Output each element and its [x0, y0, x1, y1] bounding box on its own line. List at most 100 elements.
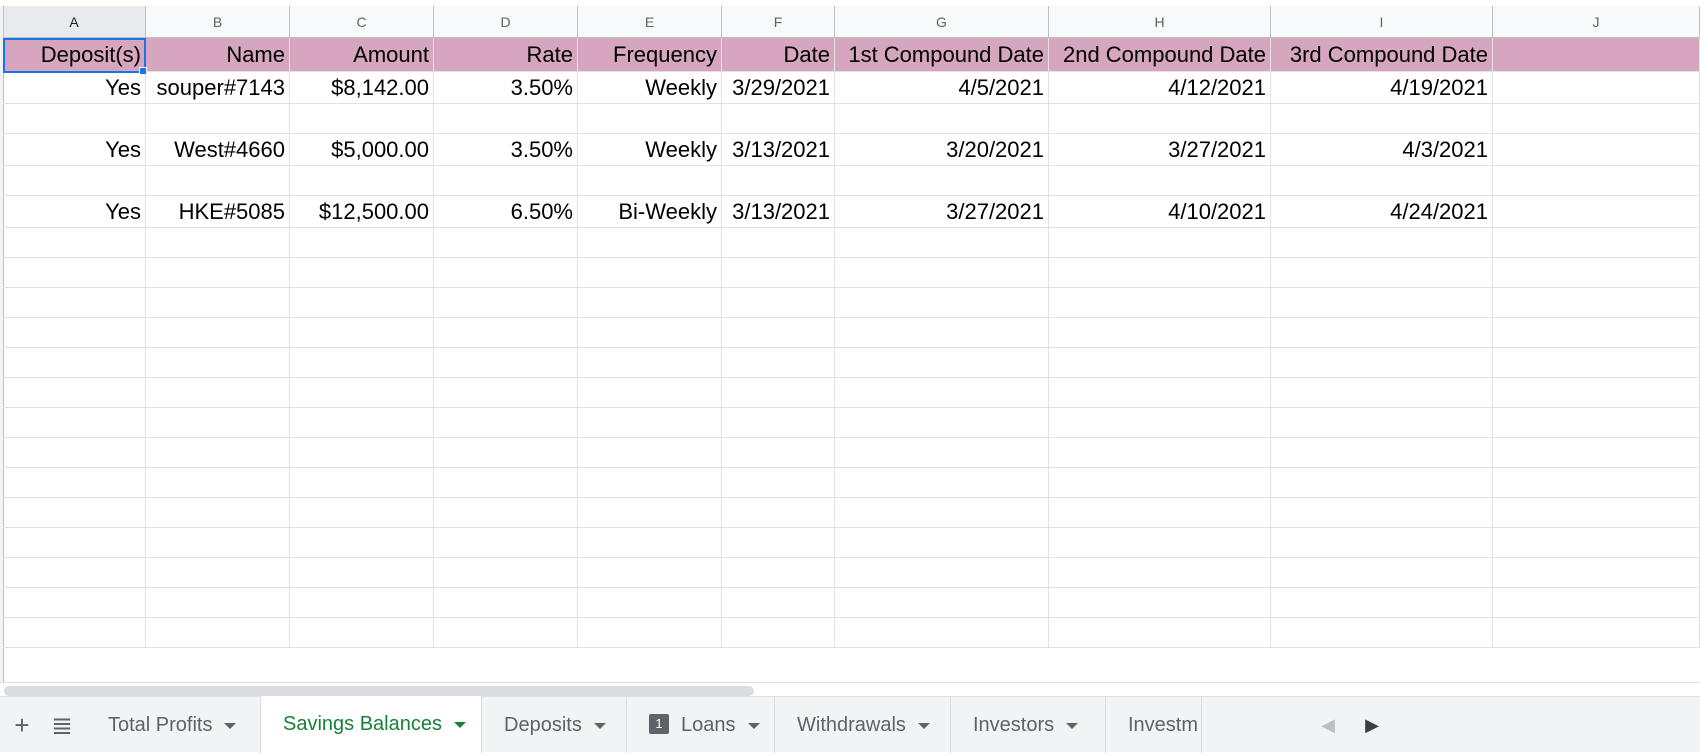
- cell-i[interactable]: [1271, 408, 1493, 438]
- cell-b[interactable]: [146, 468, 290, 498]
- cell-a[interactable]: [3, 228, 146, 258]
- cell-d[interactable]: 3.50%: [434, 72, 578, 104]
- cell-i[interactable]: [1271, 558, 1493, 588]
- cell-h[interactable]: [1049, 258, 1271, 288]
- cell-f[interactable]: 3/29/2021: [722, 72, 835, 104]
- cell-e[interactable]: [578, 288, 722, 318]
- cell-d[interactable]: [434, 438, 578, 468]
- cell-f[interactable]: [722, 438, 835, 468]
- cell-g[interactable]: [835, 228, 1049, 258]
- cell-i[interactable]: [1271, 438, 1493, 468]
- cell-a[interactable]: [3, 438, 146, 468]
- cell-b[interactable]: [146, 166, 290, 196]
- cell-b[interactable]: [146, 288, 290, 318]
- column-header-d[interactable]: D: [434, 6, 578, 38]
- cell-d[interactable]: [434, 228, 578, 258]
- cell-e[interactable]: Bi-Weekly: [578, 196, 722, 228]
- cell-a[interactable]: [3, 104, 146, 134]
- cell-g[interactable]: [835, 528, 1049, 558]
- cell-h[interactable]: [1049, 498, 1271, 528]
- cell-c[interactable]: $5,000.00: [290, 134, 434, 166]
- cell-c[interactable]: [290, 558, 434, 588]
- cell-g[interactable]: [835, 348, 1049, 378]
- cell-h[interactable]: [1049, 528, 1271, 558]
- cell-h[interactable]: [1049, 228, 1271, 258]
- cell-g[interactable]: [835, 166, 1049, 196]
- cell-h[interactable]: [1049, 588, 1271, 618]
- cell-d[interactable]: [434, 468, 578, 498]
- cell-g[interactable]: 1st Compound Date: [835, 38, 1049, 72]
- tab-withdrawals[interactable]: Withdrawals: [775, 697, 951, 753]
- cell-j[interactable]: [1493, 468, 1700, 498]
- column-header-e[interactable]: E: [578, 6, 722, 38]
- cell-a[interactable]: [3, 258, 146, 288]
- cell-j[interactable]: [1493, 618, 1700, 648]
- cell-j[interactable]: [1493, 134, 1700, 166]
- cell-i[interactable]: 4/3/2021: [1271, 134, 1493, 166]
- tab-savings-balances[interactable]: Savings Balances: [261, 696, 482, 753]
- cell-c[interactable]: [290, 258, 434, 288]
- tab-investors[interactable]: Investors: [951, 697, 1106, 753]
- column-header-b[interactable]: B: [146, 6, 290, 38]
- cell-b[interactable]: [146, 408, 290, 438]
- cell-a[interactable]: [3, 588, 146, 618]
- cell-g[interactable]: [835, 104, 1049, 134]
- cell-h[interactable]: 4/12/2021: [1049, 72, 1271, 104]
- cell-c[interactable]: [290, 166, 434, 196]
- cell-c[interactable]: [290, 438, 434, 468]
- chevron-right-icon[interactable]: ▶: [1352, 697, 1392, 753]
- column-header-c[interactable]: C: [290, 6, 434, 38]
- cell-j[interactable]: [1493, 588, 1700, 618]
- column-header-h[interactable]: H: [1049, 6, 1271, 38]
- spreadsheet-grid[interactable]: ABCDEFGHIJ Deposit(s) Name Amount Rate Frequ…: [0, 0, 1700, 682]
- cell-e[interactable]: [578, 408, 722, 438]
- cell-i[interactable]: 4/24/2021: [1271, 196, 1493, 228]
- cell-d[interactable]: [434, 528, 578, 558]
- cell-d[interactable]: Rate: [434, 38, 578, 72]
- cell-c[interactable]: [290, 528, 434, 558]
- cell-b[interactable]: souper#7143: [146, 72, 290, 104]
- tab-deposits[interactable]: Deposits: [482, 697, 627, 753]
- cell-f[interactable]: [722, 166, 835, 196]
- cell-h[interactable]: [1049, 558, 1271, 588]
- cell-f[interactable]: [722, 378, 835, 408]
- cell-b[interactable]: [146, 258, 290, 288]
- column-header-j[interactable]: J: [1493, 6, 1700, 38]
- cell-d[interactable]: [434, 618, 578, 648]
- cell-b[interactable]: Name: [146, 38, 290, 72]
- cell-d[interactable]: [434, 318, 578, 348]
- cell-e[interactable]: Weekly: [578, 72, 722, 104]
- cell-j[interactable]: [1493, 196, 1700, 228]
- cell-h[interactable]: 2nd Compound Date: [1049, 38, 1271, 72]
- cell-f[interactable]: [722, 408, 835, 438]
- cell-e[interactable]: [578, 438, 722, 468]
- cell-e[interactable]: [578, 588, 722, 618]
- cell-g[interactable]: [835, 378, 1049, 408]
- cell-i[interactable]: [1271, 318, 1493, 348]
- cell-g[interactable]: [835, 618, 1049, 648]
- cell-a[interactable]: Deposit(s): [3, 38, 146, 72]
- list-icon[interactable]: ≣: [40, 697, 84, 753]
- cell-c[interactable]: [290, 228, 434, 258]
- cell-d[interactable]: [434, 498, 578, 528]
- cell-h[interactable]: [1049, 438, 1271, 468]
- cell-d[interactable]: 6.50%: [434, 196, 578, 228]
- cell-i[interactable]: [1271, 498, 1493, 528]
- cell-d[interactable]: [434, 348, 578, 378]
- cell-e[interactable]: [578, 528, 722, 558]
- cell-i[interactable]: [1271, 588, 1493, 618]
- cell-b[interactable]: [146, 318, 290, 348]
- cell-f[interactable]: 3/13/2021: [722, 196, 835, 228]
- cell-f[interactable]: 3/13/2021: [722, 134, 835, 166]
- cell-j[interactable]: [1493, 166, 1700, 196]
- cell-j[interactable]: [1493, 438, 1700, 468]
- cell-g[interactable]: [835, 438, 1049, 468]
- cell-e[interactable]: [578, 558, 722, 588]
- cell-j[interactable]: [1493, 38, 1700, 72]
- cell-d[interactable]: [434, 408, 578, 438]
- cell-h[interactable]: [1049, 348, 1271, 378]
- cell-i[interactable]: 4/19/2021: [1271, 72, 1493, 104]
- cell-d[interactable]: 3.50%: [434, 134, 578, 166]
- cell-e[interactable]: Frequency: [578, 38, 722, 72]
- cell-b[interactable]: [146, 348, 290, 378]
